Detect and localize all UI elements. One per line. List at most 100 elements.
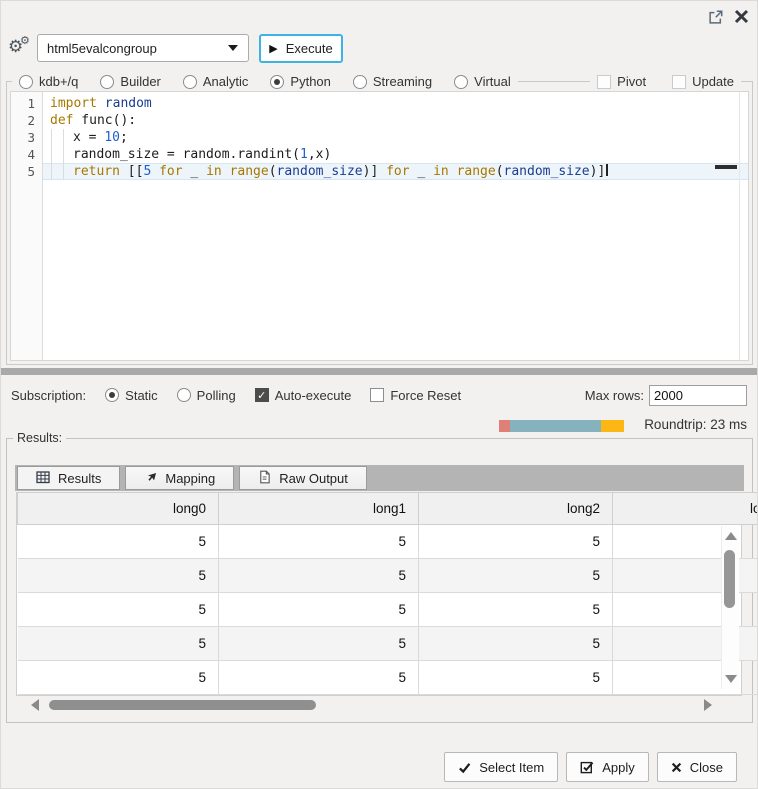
close-button[interactable]: Close: [657, 752, 737, 782]
code-line-2[interactable]: def func():: [43, 112, 748, 129]
update-checkbox[interactable]: Update: [672, 74, 734, 89]
table-cell[interactable]: 5: [18, 593, 219, 627]
connection-group-dropdown[interactable]: html5evalcongroup: [37, 34, 249, 62]
code-token: )]: [590, 164, 606, 179]
mode-radio-analytic[interactable]: Analytic: [183, 74, 249, 89]
radio-dot[interactable]: [270, 75, 284, 89]
mode-radio-python[interactable]: Python: [270, 74, 330, 89]
table-cell[interactable]: 5: [219, 661, 419, 695]
expand-icon[interactable]: [706, 8, 724, 26]
mode-radio-kdb-q[interactable]: kdb+/q: [19, 74, 78, 89]
mode-radio-label: Analytic: [203, 74, 249, 89]
table-row[interactable]: 555: [18, 661, 758, 695]
scroll-right-arrow[interactable]: [704, 699, 712, 711]
mode-radio-streaming[interactable]: Streaming: [353, 74, 432, 89]
code-token: for: [159, 164, 182, 179]
table-cell[interactable]: 5: [419, 627, 613, 661]
table-cell[interactable]: 5: [18, 559, 219, 593]
progress-segment-red: [499, 420, 510, 432]
code-token: 10: [104, 130, 120, 145]
table-cell[interactable]: 5: [419, 661, 613, 695]
radio-dot[interactable]: [100, 75, 114, 89]
scroll-left-arrow[interactable]: [31, 699, 39, 711]
table-cell[interactable]: 5: [219, 593, 419, 627]
horizontal-scrollbar[interactable]: [31, 697, 712, 713]
radio-dot[interactable]: [454, 75, 468, 89]
table-row[interactable]: 555: [18, 593, 758, 627]
table-cell[interactable]: 5: [219, 627, 419, 661]
scroll-up-arrow[interactable]: [725, 532, 737, 540]
tab-mapping[interactable]: Mapping: [125, 466, 234, 490]
code-token: 1: [300, 147, 308, 162]
table-row[interactable]: 555: [18, 559, 758, 593]
scroll-down-arrow[interactable]: [725, 675, 737, 683]
force-reset-checkbox[interactable]: Force Reset: [370, 388, 461, 403]
footer-button-row: Select Item Apply Close: [444, 752, 737, 782]
code-token: import: [50, 96, 97, 111]
update-checkbox-box[interactable]: [672, 75, 686, 89]
vertical-scrollbar[interactable]: [721, 526, 739, 689]
column-header-long2[interactable]: long2: [419, 493, 613, 525]
mode-radio-label: kdb+/q: [39, 74, 78, 89]
max-rows-input[interactable]: [649, 385, 747, 406]
code-line-4[interactable]: random_size = random.randint(1,x): [43, 146, 748, 163]
text-cursor: [606, 164, 608, 176]
pivot-checkbox-box[interactable]: [597, 75, 611, 89]
radio-dot[interactable]: [183, 75, 197, 89]
horizontal-scrollbar-thumb[interactable]: [49, 700, 316, 710]
table-cell[interactable]: 5: [419, 559, 613, 593]
apply-button[interactable]: Apply: [566, 752, 649, 782]
query-progress-bar: [499, 420, 624, 432]
force-reset-checkbox-box[interactable]: [370, 388, 384, 402]
code-editor[interactable]: 12345 import randomdef func():x = 10;ran…: [10, 91, 749, 361]
mode-radio-builder[interactable]: Builder: [100, 74, 160, 89]
column-header-long1[interactable]: long1: [219, 493, 419, 525]
code-area[interactable]: import randomdef func():x = 10;random_si…: [43, 92, 748, 360]
tab-results[interactable]: Results: [17, 466, 120, 490]
close-icon[interactable]: [732, 7, 751, 26]
table-cell[interactable]: 5: [18, 525, 219, 559]
auto-execute-checkbox-box[interactable]: ✓: [255, 388, 269, 402]
table-cell[interactable]: 5: [419, 525, 613, 559]
table-cell[interactable]: 5: [219, 559, 419, 593]
table-cell[interactable]: 5: [219, 525, 419, 559]
polling-radio[interactable]: Polling: [177, 388, 236, 403]
vertical-scrollbar-thumb[interactable]: [724, 550, 735, 608]
table-row[interactable]: 555: [18, 627, 758, 661]
column-header-long3[interactable]: long3: [613, 493, 758, 525]
mode-radio-virtual[interactable]: Virtual: [454, 74, 511, 89]
pivot-checkbox[interactable]: Pivot: [597, 74, 646, 89]
editor-scrollbar-mark: [715, 165, 737, 169]
table-cell[interactable]: 5: [18, 661, 219, 695]
code-token: range: [230, 164, 269, 179]
pivot-update-group: Pivot Update: [590, 72, 741, 91]
radio-dot[interactable]: [19, 75, 33, 89]
tab-label: Results: [58, 471, 101, 486]
select-item-button[interactable]: Select Item: [444, 752, 558, 782]
code-line-3[interactable]: x = 10;: [43, 129, 748, 146]
static-radio[interactable]: Static: [105, 388, 158, 403]
tab-label: Raw Output: [279, 471, 348, 486]
auto-execute-checkbox[interactable]: ✓ Auto-execute: [255, 388, 352, 403]
code-token: [[: [120, 164, 143, 179]
tab-raw-output[interactable]: Raw Output: [239, 466, 367, 490]
column-header-long0[interactable]: long0: [18, 493, 219, 525]
results-section-label: Results:: [13, 431, 66, 445]
gears-icon[interactable]: ⚙⚙: [7, 36, 35, 60]
code-line-5[interactable]: return [[5 for _ in range(random_size)] …: [43, 163, 748, 180]
table-row[interactable]: 555: [18, 525, 758, 559]
max-rows-label: Max rows:: [585, 388, 644, 403]
table-cell[interactable]: 5: [419, 593, 613, 627]
table-cell[interactable]: 5: [18, 627, 219, 661]
editor-panel: 12345 import randomdef func():x = 10;ran…: [6, 81, 753, 365]
mapping-cursor-icon: [144, 470, 157, 486]
execute-button[interactable]: ▶ Execute: [259, 34, 343, 63]
horizontal-splitter[interactable]: [1, 368, 758, 375]
polling-radio-dot[interactable]: [177, 388, 191, 402]
radio-dot[interactable]: [353, 75, 367, 89]
code-line-1[interactable]: import random: [43, 95, 748, 112]
mode-radio-group: kdb+/q Builder Analytic Python Streaming Virt…: [12, 72, 518, 91]
static-radio-dot[interactable]: [105, 388, 119, 402]
line-number: 2: [11, 112, 42, 129]
code-token: random: [105, 96, 152, 111]
